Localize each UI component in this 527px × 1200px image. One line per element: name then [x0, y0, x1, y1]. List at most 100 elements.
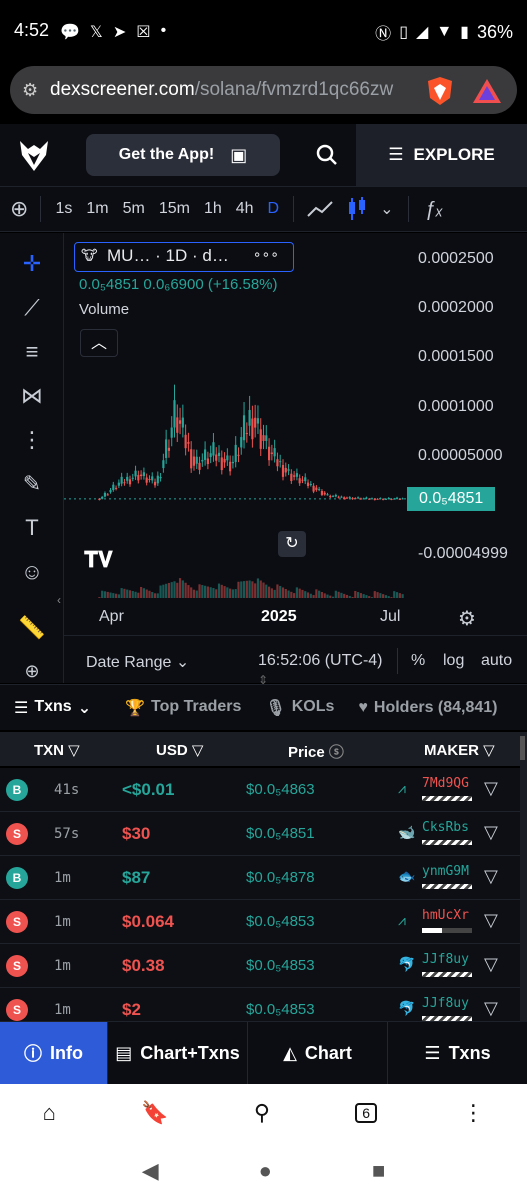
- filter-icon[interactable]: ▽: [484, 778, 498, 799]
- candle-body: [217, 452, 221, 456]
- filter-icon[interactable]: ▽: [484, 822, 498, 843]
- candle-body: [98, 498, 101, 500]
- ruler-icon[interactable]: 📏: [16, 615, 48, 647]
- nav-txns[interactable]: ☰ Txns: [388, 1022, 527, 1084]
- candle-body: [206, 458, 209, 465]
- candle-body: [126, 476, 129, 481]
- timeframe-d[interactable]: D: [268, 200, 280, 218]
- pattern-icon[interactable]: ⋈: [16, 383, 48, 415]
- bookmark-icon[interactable]: 🔖: [141, 1100, 168, 1126]
- home-circle-icon[interactable]: ●: [259, 1158, 272, 1184]
- fib-icon[interactable]: ≡: [16, 339, 48, 371]
- table-row[interactable]: S 1m $0.38 $0.0₅4853 🐬 JJf8uy ▽: [0, 944, 520, 988]
- nav-chart-txns[interactable]: ▤ Chart+Txns: [108, 1022, 248, 1084]
- projection-icon[interactable]: ⋮: [16, 427, 48, 459]
- add-indicator-icon[interactable]: ⊕: [10, 196, 28, 222]
- timeframe-4h[interactable]: 4h: [236, 200, 254, 218]
- volume-bar: [173, 581, 176, 598]
- volume-bar: [384, 595, 388, 598]
- auto-scale-toggle[interactable]: auto: [481, 652, 512, 670]
- status-time: 4:52: [14, 20, 50, 40]
- price-column-header[interactable]: Price ⓢ: [288, 741, 344, 762]
- collapse-toolbar-icon[interactable]: ‹: [57, 593, 61, 607]
- chart-area[interactable]: ✛ ⟋ ≡ ⋈ ⋮ ✎ T ☺ 📏 ⊕ ‹ 🐮 MU… · 1D · d… ∘∘…: [0, 233, 527, 687]
- tab-holders[interactable]: ♥ Holders (84,841): [358, 699, 497, 717]
- table-row[interactable]: S 57s $30 $0.0₅4851 🐋 CksRbs ▽: [0, 812, 520, 856]
- table-row[interactable]: B 1m $87 $0.0₅4878 🐟 ynmG9M ▽: [0, 856, 520, 900]
- scrollbar[interactable]: [520, 732, 527, 1022]
- filter-icon[interactable]: ▽: [484, 866, 498, 887]
- candle-body: [128, 479, 132, 485]
- row-maker[interactable]: JJf8uy: [422, 996, 469, 1011]
- table-row[interactable]: S 1m $2 $0.0₅4853 🐬 JJf8uy ▽: [0, 988, 520, 1022]
- chevron-down-icon[interactable]: ⌄: [380, 199, 393, 219]
- timeframe-5m[interactable]: 5m: [123, 200, 145, 218]
- search-icon[interactable]: [316, 144, 338, 166]
- emoji-icon[interactable]: ☺: [16, 559, 48, 591]
- row-maker[interactable]: CksRbs: [422, 820, 469, 835]
- explore-button[interactable]: ☰ EXPLORE: [356, 124, 527, 186]
- row-maker[interactable]: 7Md9QG: [422, 776, 469, 791]
- nav-info[interactable]: ⓘ Info: [0, 1022, 108, 1084]
- maker-balance-bar: [422, 972, 472, 977]
- percent-scale-toggle[interactable]: %: [411, 652, 425, 670]
- reset-chart-icon[interactable]: ↻: [278, 531, 306, 557]
- tab-kols[interactable]: 🎙 KOLs: [265, 698, 334, 718]
- brave-shield-icon[interactable]: [426, 76, 454, 106]
- dollar-toggle-icon: ⓢ: [328, 744, 344, 761]
- timeframe-15m[interactable]: 15m: [159, 200, 190, 218]
- usd-column-header[interactable]: USD ▽: [156, 741, 203, 759]
- tab-txns[interactable]: ☰ Txns ⌄: [14, 698, 91, 718]
- crosshair-icon[interactable]: ✛: [16, 251, 48, 283]
- filter-icon[interactable]: ▽: [484, 998, 498, 1019]
- trendline-icon[interactable]: ⟋: [16, 295, 48, 327]
- tab-count[interactable]: 6: [355, 1103, 378, 1123]
- maker-column-header[interactable]: MAKER ▽: [424, 741, 495, 759]
- timeframe-1s[interactable]: 1s: [55, 200, 72, 218]
- recents-icon[interactable]: ■: [372, 1158, 385, 1184]
- candle-body: [373, 498, 376, 501]
- text-tool-icon[interactable]: T: [16, 515, 48, 547]
- volume-bar: [351, 596, 354, 598]
- candle-body: [176, 417, 179, 433]
- overflow-menu-icon[interactable]: ⋮: [462, 1100, 484, 1126]
- candle-type-icon[interactable]: [346, 196, 368, 222]
- home-icon[interactable]: ⌂: [43, 1100, 56, 1126]
- row-maker[interactable]: hmUcXr: [422, 908, 469, 923]
- date-range-button[interactable]: Date Range ⌄: [86, 652, 189, 672]
- chart-settings-icon[interactable]: ⚙: [458, 606, 476, 631]
- row-maker[interactable]: ynmG9M: [422, 864, 469, 879]
- candle-body: [151, 476, 154, 481]
- row-maker[interactable]: JJf8uy: [422, 952, 469, 967]
- get-app-button[interactable]: Get the App! ▣: [86, 134, 280, 176]
- table-row[interactable]: S 1m $0.064 $0.0₅4853 ⩘ hmUcXr ▽: [0, 900, 520, 944]
- log-scale-toggle[interactable]: log: [443, 652, 464, 670]
- fish-icon: 🐟: [398, 868, 416, 884]
- dexscreener-logo-icon[interactable]: [16, 137, 52, 173]
- volume-bar: [229, 588, 232, 598]
- fx-indicators-icon[interactable]: ƒₓ: [425, 198, 444, 221]
- back-icon[interactable]: ◀: [142, 1158, 159, 1184]
- candle-body: [295, 473, 298, 477]
- url-bar[interactable]: ⚙ dexscreener.com/solana/fvmzrd1qc66zw: [10, 66, 517, 114]
- site-settings-icon[interactable]: ⚙: [22, 80, 38, 101]
- tradingview-logo-icon[interactable]: 𝐓𝐕: [84, 547, 124, 577]
- nav-chart[interactable]: ◭ Chart: [248, 1022, 388, 1084]
- filter-icon[interactable]: ▽: [484, 910, 498, 931]
- nfc-icon: Ⓝ: [375, 26, 392, 43]
- volume-bar: [295, 587, 298, 598]
- volume-bar: [337, 591, 340, 598]
- tab-top-traders[interactable]: 🏆 Top Traders: [125, 698, 241, 718]
- brush-icon[interactable]: ✎: [16, 471, 48, 503]
- timeframe-1m[interactable]: 1m: [86, 200, 108, 218]
- table-row[interactable]: B 41s <$0.01 $0.0₅4863 ⩘ 7Md9QG ▽: [0, 768, 520, 812]
- search-icon[interactable]: ⚲: [254, 1100, 270, 1126]
- filter-icon[interactable]: ▽: [484, 954, 498, 975]
- timeframe-1h[interactable]: 1h: [204, 200, 222, 218]
- line-chart-icon[interactable]: [306, 198, 334, 220]
- candle-body: [170, 427, 173, 438]
- url-text[interactable]: dexscreener.com/solana/fvmzrd1qc66zw: [50, 79, 420, 101]
- brave-rewards-icon[interactable]: [472, 77, 502, 105]
- volume-bar: [398, 593, 401, 598]
- txn-column-header[interactable]: TXN ▽: [34, 741, 80, 759]
